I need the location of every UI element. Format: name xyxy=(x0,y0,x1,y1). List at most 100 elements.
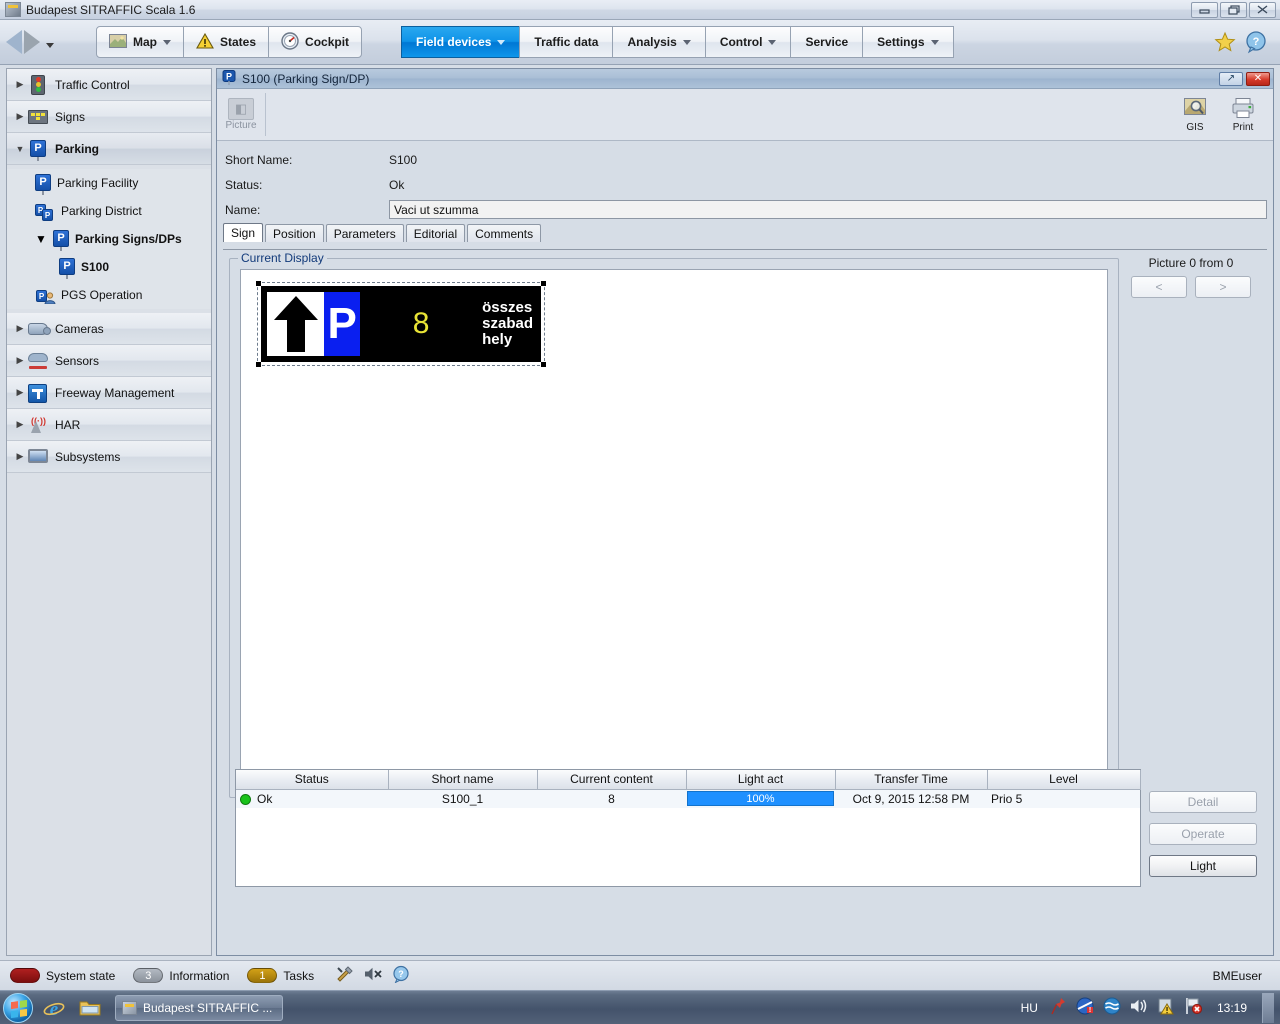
sidebar-item-pgs-operation[interactable]: P PGS Operation xyxy=(7,281,211,309)
start-button[interactable] xyxy=(3,992,33,1023)
expander-icon[interactable]: ▼ xyxy=(35,232,49,246)
tab-sign[interactable]: Sign xyxy=(223,223,264,242)
tab-position[interactable]: Position xyxy=(265,224,324,242)
light-button[interactable]: Light xyxy=(1149,855,1257,877)
chevron-down-icon[interactable] xyxy=(163,39,171,45)
sign-preview[interactable]: P 8 összes szabad hely xyxy=(256,281,546,367)
selection-handle[interactable] xyxy=(541,362,546,367)
network-warning-icon[interactable]: ! xyxy=(1076,997,1094,1018)
menu-settings[interactable]: Settings xyxy=(862,26,954,58)
action-buttons: Detail Operate Light xyxy=(1149,791,1259,887)
sidebar-item-parking-signs-dps[interactable]: ▼ P Parking Signs/DPs xyxy=(7,225,211,253)
history-dropdown-icon[interactable] xyxy=(46,42,54,48)
sidebar-item-label: HAR xyxy=(55,417,81,432)
menu-field-devices[interactable]: Field devices xyxy=(401,26,521,58)
tab-editorial[interactable]: Editorial xyxy=(405,224,466,242)
next-picture-button[interactable]: > xyxy=(1195,276,1251,298)
sidebar-item-parking-district[interactable]: PP Parking District xyxy=(7,197,211,225)
sidebar-item-cameras[interactable]: ▶ Cameras xyxy=(7,313,211,345)
table-row[interactable]: Ok S100_1 8 100% Oct 9, 2015 12:58 PM Pr… xyxy=(236,789,1140,808)
gis-button[interactable]: GIS xyxy=(1175,96,1215,134)
tasks-indicator[interactable]: 1 Tasks xyxy=(247,968,314,983)
mute-icon[interactable] xyxy=(364,966,382,985)
chevron-down-icon[interactable] xyxy=(768,39,777,45)
system-state-indicator[interactable]: System state xyxy=(10,968,115,983)
help-icon[interactable]: ? xyxy=(1244,30,1268,54)
file-explorer-icon[interactable] xyxy=(75,994,105,1022)
help-icon[interactable]: ? xyxy=(392,965,410,986)
sign-elements-table[interactable]: Status Short name Current content Light … xyxy=(235,769,1141,887)
tab-parameters[interactable]: Parameters xyxy=(325,224,404,242)
sidebar-item-har[interactable]: ▶ ((·)) HAR xyxy=(7,409,211,441)
tab-comments[interactable]: Comments xyxy=(467,224,542,242)
picture-tool-button[interactable]: ◧ Picture xyxy=(221,91,261,138)
parking-sign-graphic: P 8 összes szabad hely xyxy=(261,286,541,362)
print-icon xyxy=(1231,97,1255,122)
menu-traffic-data[interactable]: Traffic data xyxy=(519,26,614,58)
sidebar-item-subsystems[interactable]: ▶ Subsystems xyxy=(7,441,211,473)
sidebar-item-sensors[interactable]: ▶ Sensors xyxy=(7,345,211,377)
restore-window-button[interactable]: ↗ xyxy=(1219,71,1243,86)
expander-icon[interactable]: ▶ xyxy=(13,451,27,462)
pin-icon[interactable] xyxy=(1051,997,1067,1018)
sidebar-item-freeway-management[interactable]: ▶ Freeway Management xyxy=(7,377,211,409)
map-button[interactable]: Map xyxy=(96,26,184,58)
back-arrow-icon[interactable] xyxy=(6,30,22,54)
expander-icon[interactable]: ▶ xyxy=(13,355,27,366)
column-header-short-name[interactable]: Short name xyxy=(388,770,538,790)
taskbar-clock[interactable]: 13:19 xyxy=(1217,1001,1247,1015)
action-center-icon[interactable] xyxy=(1157,997,1175,1018)
column-header-status[interactable]: Status xyxy=(236,770,389,790)
internet-explorer-icon[interactable]: e xyxy=(39,994,69,1022)
information-indicator[interactable]: 3 Information xyxy=(133,968,229,983)
language-indicator[interactable]: HU xyxy=(1021,1001,1038,1015)
maximize-button[interactable] xyxy=(1220,1,1247,18)
sidebar-item-signs[interactable]: ▶ Signs xyxy=(7,101,211,133)
detail-button[interactable]: Detail xyxy=(1149,791,1257,813)
tools-icon[interactable] xyxy=(336,965,354,986)
chevron-down-icon[interactable] xyxy=(497,39,506,45)
selection-handle[interactable] xyxy=(541,281,546,286)
status-bar: System state 3 Information 1 Tasks ? BME… xyxy=(0,960,1280,990)
expander-icon[interactable]: ▶ xyxy=(13,323,27,334)
cockpit-button[interactable]: Cockpit xyxy=(268,26,363,58)
close-document-button[interactable]: ✕ xyxy=(1246,71,1270,86)
sidebar-item-parking[interactable]: ▼ P Parking xyxy=(7,133,211,165)
previous-picture-button[interactable]: < xyxy=(1131,276,1187,298)
close-button[interactable] xyxy=(1249,1,1276,18)
expander-icon[interactable]: ▶ xyxy=(13,419,27,430)
volume-icon[interactable] xyxy=(1130,998,1148,1017)
display-canvas[interactable]: P 8 összes szabad hely xyxy=(240,269,1108,787)
name-input[interactable] xyxy=(389,200,1267,219)
sidebar-item-traffic-control[interactable]: ▶ Traffic Control xyxy=(7,69,211,101)
chevron-down-icon[interactable] xyxy=(930,39,939,45)
states-button[interactable]: States xyxy=(183,26,270,58)
show-desktop-button[interactable] xyxy=(1262,992,1274,1023)
minimize-button[interactable] xyxy=(1191,1,1218,18)
flag-error-icon[interactable] xyxy=(1184,997,1203,1018)
taskbar-item-sitraffic[interactable]: Budapest SITRAFFIC ... xyxy=(115,994,284,1021)
taskbar-item-label: Budapest SITRAFFIC ... xyxy=(143,1000,273,1015)
selection-handle[interactable] xyxy=(256,362,261,367)
chevron-down-icon[interactable] xyxy=(682,39,691,45)
forward-arrow-icon[interactable] xyxy=(24,30,40,54)
print-button[interactable]: Print xyxy=(1223,96,1263,134)
operate-button[interactable]: Operate xyxy=(1149,823,1257,845)
column-header-current-content[interactable]: Current content xyxy=(537,770,687,790)
cell-short-name: S100_1 xyxy=(388,789,537,808)
expander-icon[interactable]: ▶ xyxy=(13,387,27,398)
expander-icon[interactable]: ▼ xyxy=(13,144,27,154)
sidebar-item-s100[interactable]: P S100 xyxy=(7,253,211,281)
blue-wave-icon[interactable] xyxy=(1103,997,1121,1018)
column-header-transfer-time[interactable]: Transfer Time xyxy=(835,770,988,790)
sidebar-item-parking-facility[interactable]: P Parking Facility xyxy=(7,169,211,197)
menu-analysis[interactable]: Analysis xyxy=(612,26,706,58)
expander-icon[interactable]: ▶ xyxy=(13,111,27,122)
menu-control[interactable]: Control xyxy=(704,26,792,58)
menu-service[interactable]: Service xyxy=(790,26,864,58)
favorite-star-icon[interactable] xyxy=(1214,31,1236,53)
selection-handle[interactable] xyxy=(256,281,261,286)
expander-icon[interactable]: ▶ xyxy=(13,79,27,90)
column-header-level[interactable]: Level xyxy=(987,770,1141,790)
column-header-light-act[interactable]: Light act xyxy=(686,770,836,790)
